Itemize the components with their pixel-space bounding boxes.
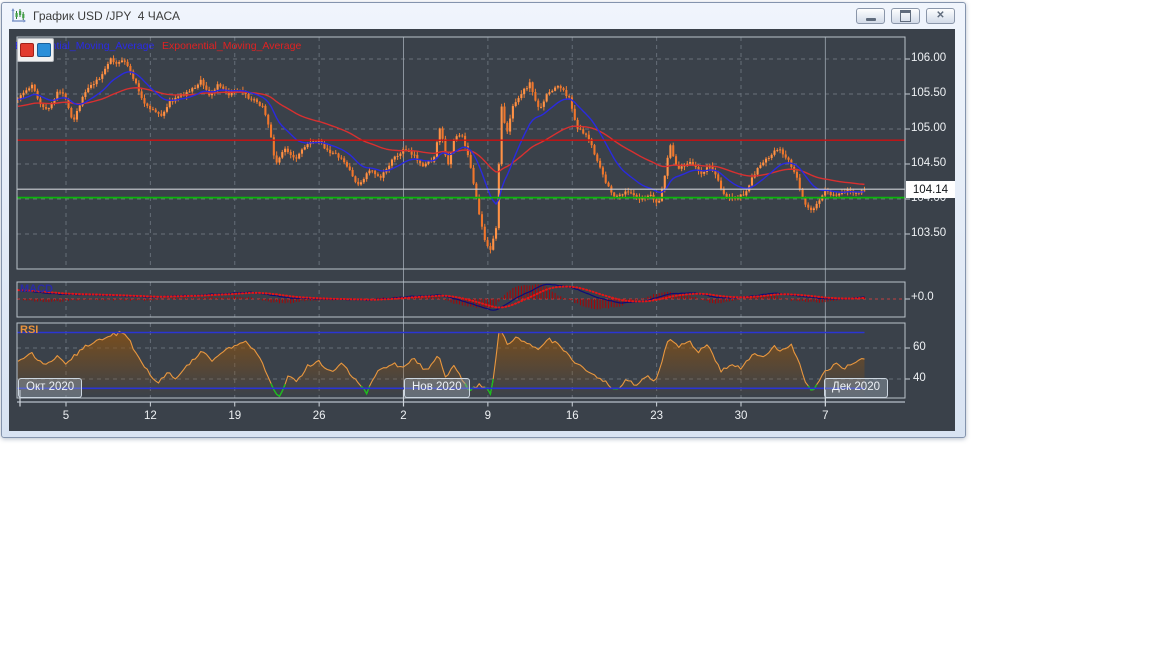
axis-tick-label: 106.00 bbox=[911, 52, 947, 64]
chart-app-icon bbox=[10, 8, 27, 24]
axis-tick-label: 104.50 bbox=[911, 157, 947, 169]
axis-tick-label: +0.0 bbox=[911, 291, 934, 303]
maximize-button[interactable] bbox=[891, 8, 920, 24]
axis-tick-label: 30 bbox=[734, 410, 748, 422]
month-label-oct: Окт 2020 bbox=[18, 378, 83, 398]
minimize-button[interactable] bbox=[856, 8, 885, 24]
desktop-background: { "window": { "title": "График USD /JPY … bbox=[0, 0, 1152, 648]
axis-tick-label: 5 bbox=[62, 410, 70, 422]
axis-tick-label: 7 bbox=[822, 410, 829, 422]
axis-tick-label: 40 bbox=[913, 372, 926, 384]
axis-tick-label: 105.50 bbox=[911, 87, 947, 99]
axis-tick-label: 60 bbox=[913, 341, 926, 353]
chart-window: График USD /JPY 4 ЧАСА ✕ Exponential_Mov… bbox=[1, 2, 966, 438]
chart-client-area: Exponential_Moving_Average Exponential_M… bbox=[9, 29, 955, 431]
maximize-icon bbox=[900, 10, 911, 22]
chart-canvas[interactable] bbox=[9, 29, 955, 431]
axis-tick-label: 12 bbox=[143, 410, 157, 422]
axis-tick-label: 103.50 bbox=[911, 227, 947, 239]
axis-tick-label: 23 bbox=[650, 410, 664, 422]
macd-panel-label: MACD bbox=[20, 283, 53, 295]
minimize-icon bbox=[865, 18, 876, 21]
ema-fast-color-chip[interactable] bbox=[37, 43, 51, 57]
close-icon: ✕ bbox=[936, 10, 945, 21]
axis-tick-label: 19 bbox=[228, 410, 242, 422]
axis-tick-label: 105.00 bbox=[911, 122, 947, 134]
axis-tick-label: 9 bbox=[484, 410, 492, 422]
legend-color-chips[interactable] bbox=[17, 38, 54, 62]
axis-tick-label: 16 bbox=[565, 410, 579, 422]
rsi-panel-label: RSI bbox=[20, 324, 39, 336]
close-button[interactable]: ✕ bbox=[926, 8, 955, 24]
axis-tick-label: 2 bbox=[400, 410, 407, 422]
ema-slow-color-chip[interactable] bbox=[20, 43, 34, 57]
ema-slow-legend-label: Exponential_Moving_Average bbox=[162, 40, 302, 52]
month-label-nov: Нов 2020 bbox=[404, 378, 470, 398]
month-label-dec: Дек 2020 bbox=[824, 378, 888, 398]
axis-tick-label: 26 bbox=[312, 410, 326, 422]
window-title: График USD /JPY 4 ЧАСА bbox=[33, 9, 180, 23]
current-price-tag: 104.14 bbox=[906, 181, 955, 198]
window-titlebar[interactable]: График USD /JPY 4 ЧАСА ✕ bbox=[2, 3, 965, 29]
